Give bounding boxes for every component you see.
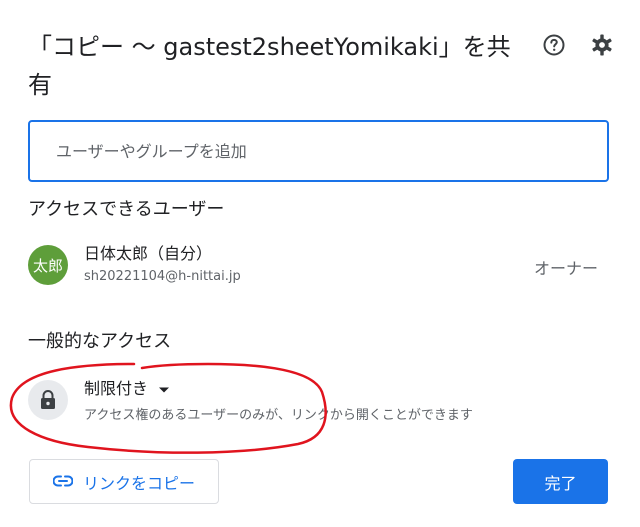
help-circle-icon[interactable] (541, 32, 567, 58)
access-description: アクセス権のあるユーザーのみが、リンクから開くことができます (84, 408, 473, 423)
link-icon (52, 472, 74, 491)
access-level-dropdown[interactable]: 制限付き (84, 378, 170, 400)
access-level-label: 制限付き (84, 379, 149, 398)
done-button[interactable]: 完了 (513, 459, 608, 504)
people-with-access-heading: アクセスできるユーザー (28, 199, 225, 220)
lock-icon (28, 380, 68, 420)
user-row: 太郎 日体太郎（自分） sh20221104@h-nittai.jp オーナー (28, 243, 608, 289)
share-dialog: 「コピー ～ gastest2sheetYomikaki」を共有 ユーザーやグル… (0, 0, 640, 527)
title-actions (541, 32, 615, 58)
user-name: 日体太郎（自分） (84, 244, 213, 263)
general-access-heading: 一般的なアクセス (28, 331, 172, 352)
copy-link-label: リンクをコピー (82, 473, 195, 493)
user-role: オーナー (533, 259, 598, 278)
copy-link-button[interactable]: リンクをコピー (29, 459, 219, 504)
user-email: sh20221104@h-nittai.jp (84, 269, 241, 284)
general-access-row: 制限付き アクセス権のあるユーザーのみが、リンクから開くことができます (28, 376, 608, 432)
add-people-input[interactable] (30, 122, 607, 180)
gear-icon[interactable] (589, 32, 615, 58)
avatar: 太郎 (28, 245, 68, 285)
dropdown-arrow-icon (158, 378, 170, 400)
add-people-field (28, 120, 609, 182)
dialog-title: 「コピー ～ gastest2sheetYomikaki」を共有 (28, 33, 511, 99)
